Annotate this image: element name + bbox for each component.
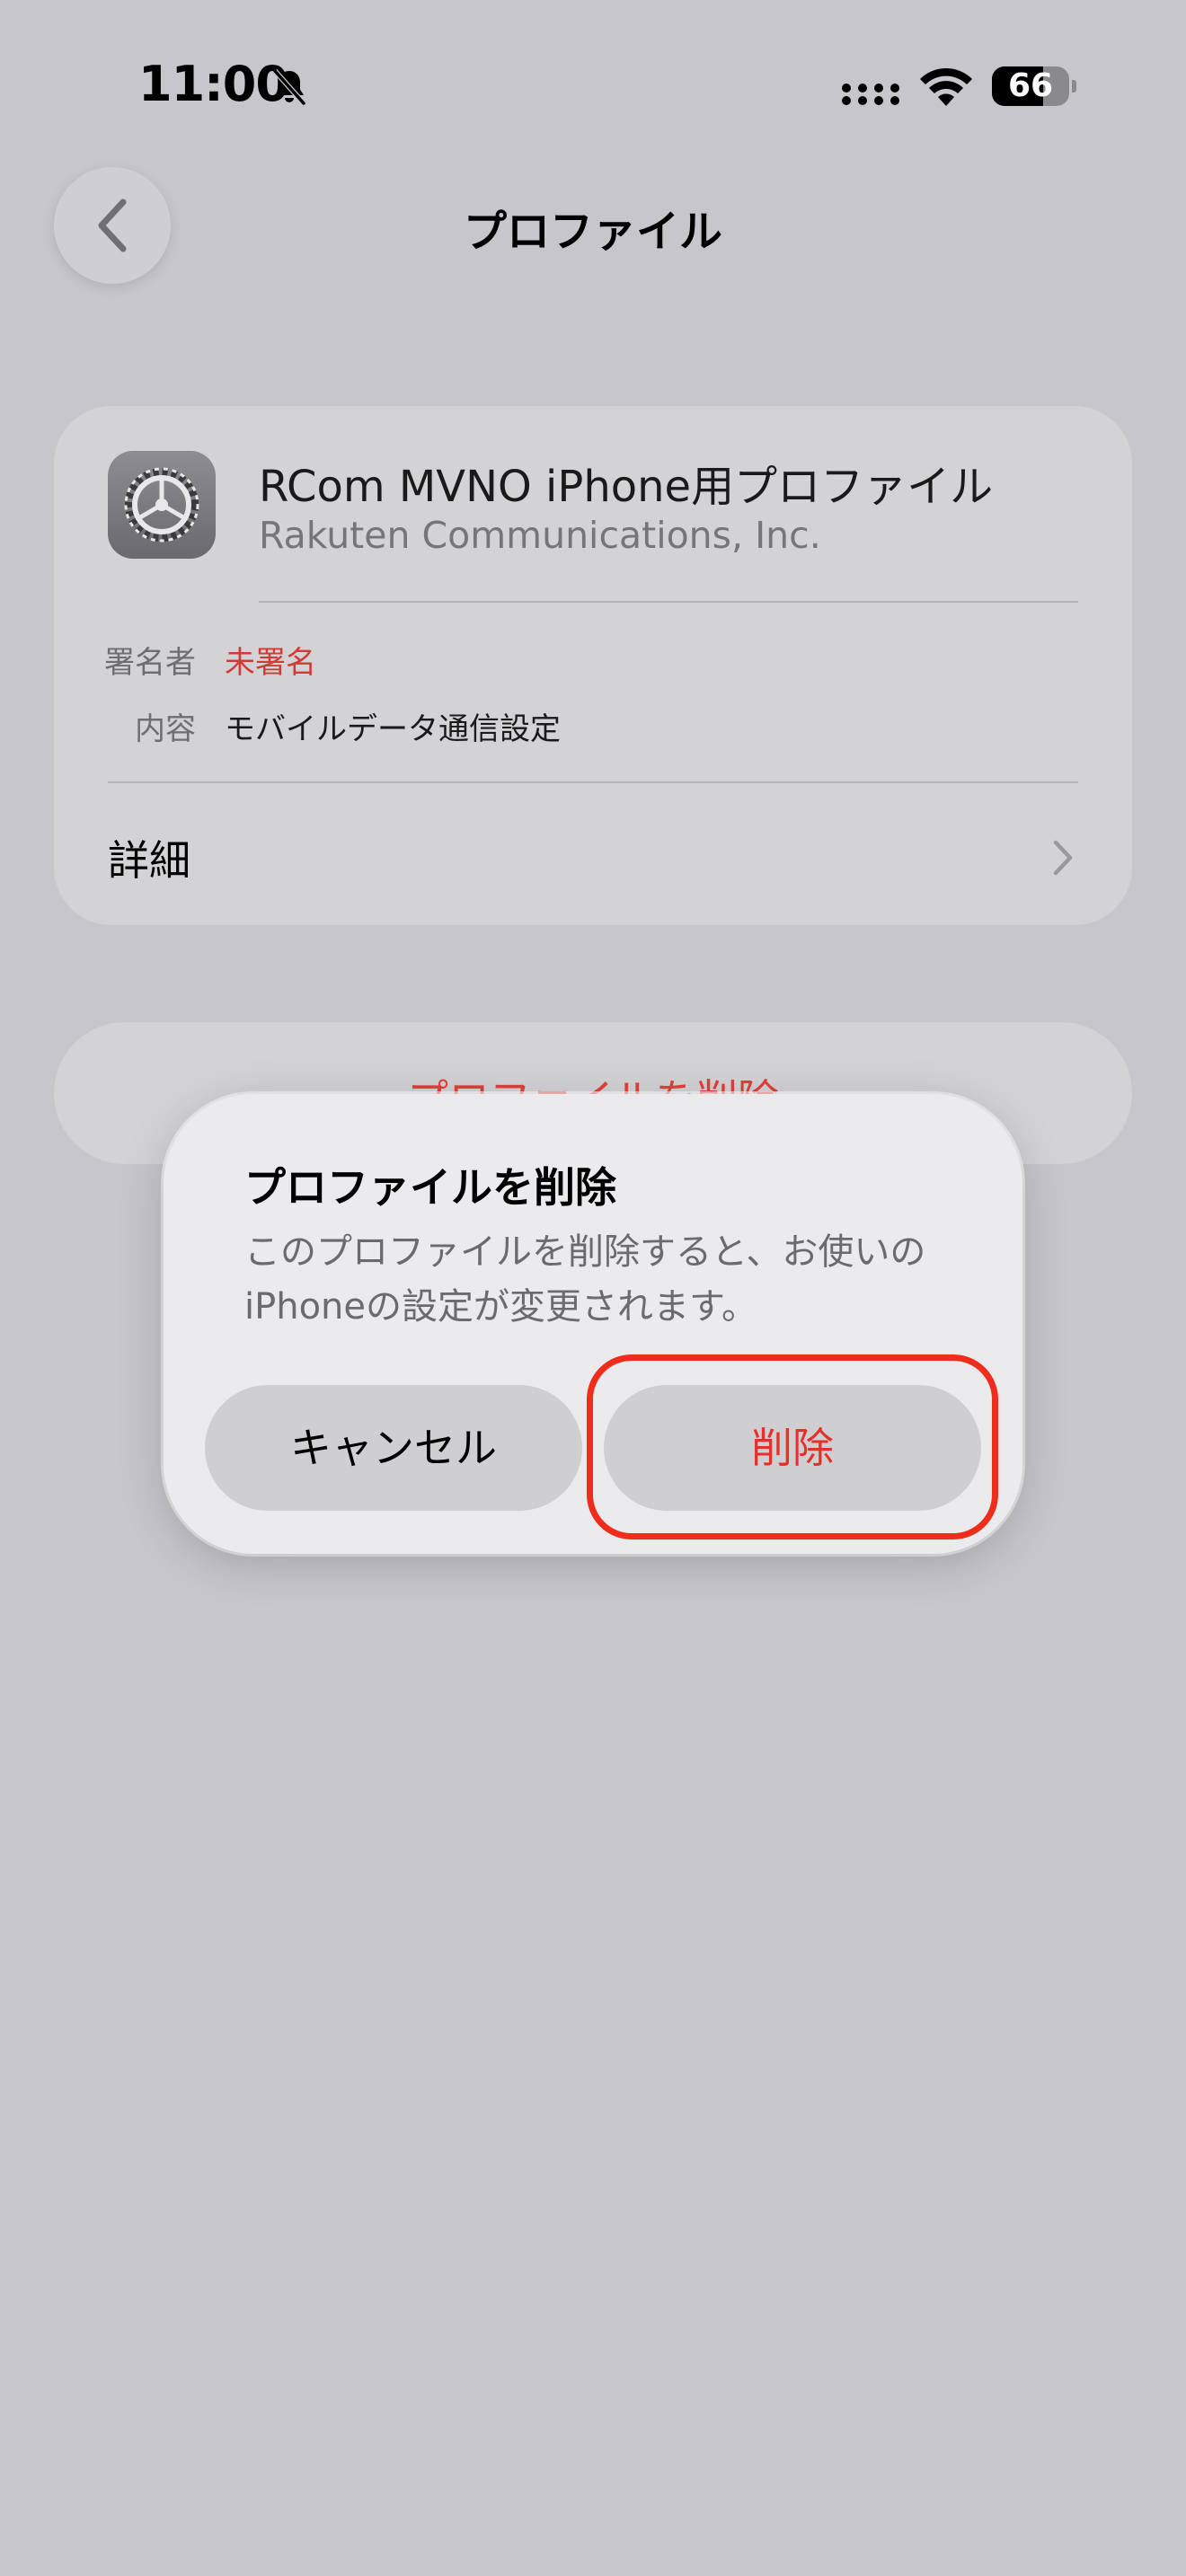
profile-organization: Rakuten Communications, Inc.: [259, 514, 821, 557]
battery-icon: 66: [992, 66, 1076, 106]
battery-level: 66: [1007, 67, 1054, 104]
content-value: モバイルデータ通信設定: [225, 711, 561, 747]
divider: [259, 601, 1078, 603]
profile-name: RCom MVNO iPhone用プロファイル: [259, 462, 994, 512]
settings-gear-icon: [108, 451, 216, 559]
alert-message: このプロファイルを削除すると、お使いのiPhoneの設定が変更されます。: [244, 1231, 926, 1328]
content-label: 内容: [135, 711, 196, 747]
signer-label: 署名者: [104, 645, 196, 681]
cancel-button[interactable]: キャンセル: [205, 1385, 582, 1511]
status-bar: 11:00 66: [0, 0, 1186, 171]
details-label: 詳細: [108, 836, 190, 885]
page-title: プロファイル: [463, 207, 722, 257]
alert-title: プロファイルを削除: [244, 1163, 616, 1212]
profile-card: RCom MVNO iPhone用プロファイル Rakuten Communic…: [54, 406, 1132, 925]
details-row[interactable]: 詳細: [54, 783, 1132, 925]
status-time: 11:00: [138, 56, 289, 112]
chevron-right-icon: [1053, 840, 1073, 876]
signer-value: 未署名: [225, 645, 316, 681]
highlight-annotation: [587, 1354, 998, 1539]
bell-slash-icon: [272, 69, 306, 105]
cellular-icon: [842, 84, 899, 105]
wifi-icon: [920, 67, 972, 106]
